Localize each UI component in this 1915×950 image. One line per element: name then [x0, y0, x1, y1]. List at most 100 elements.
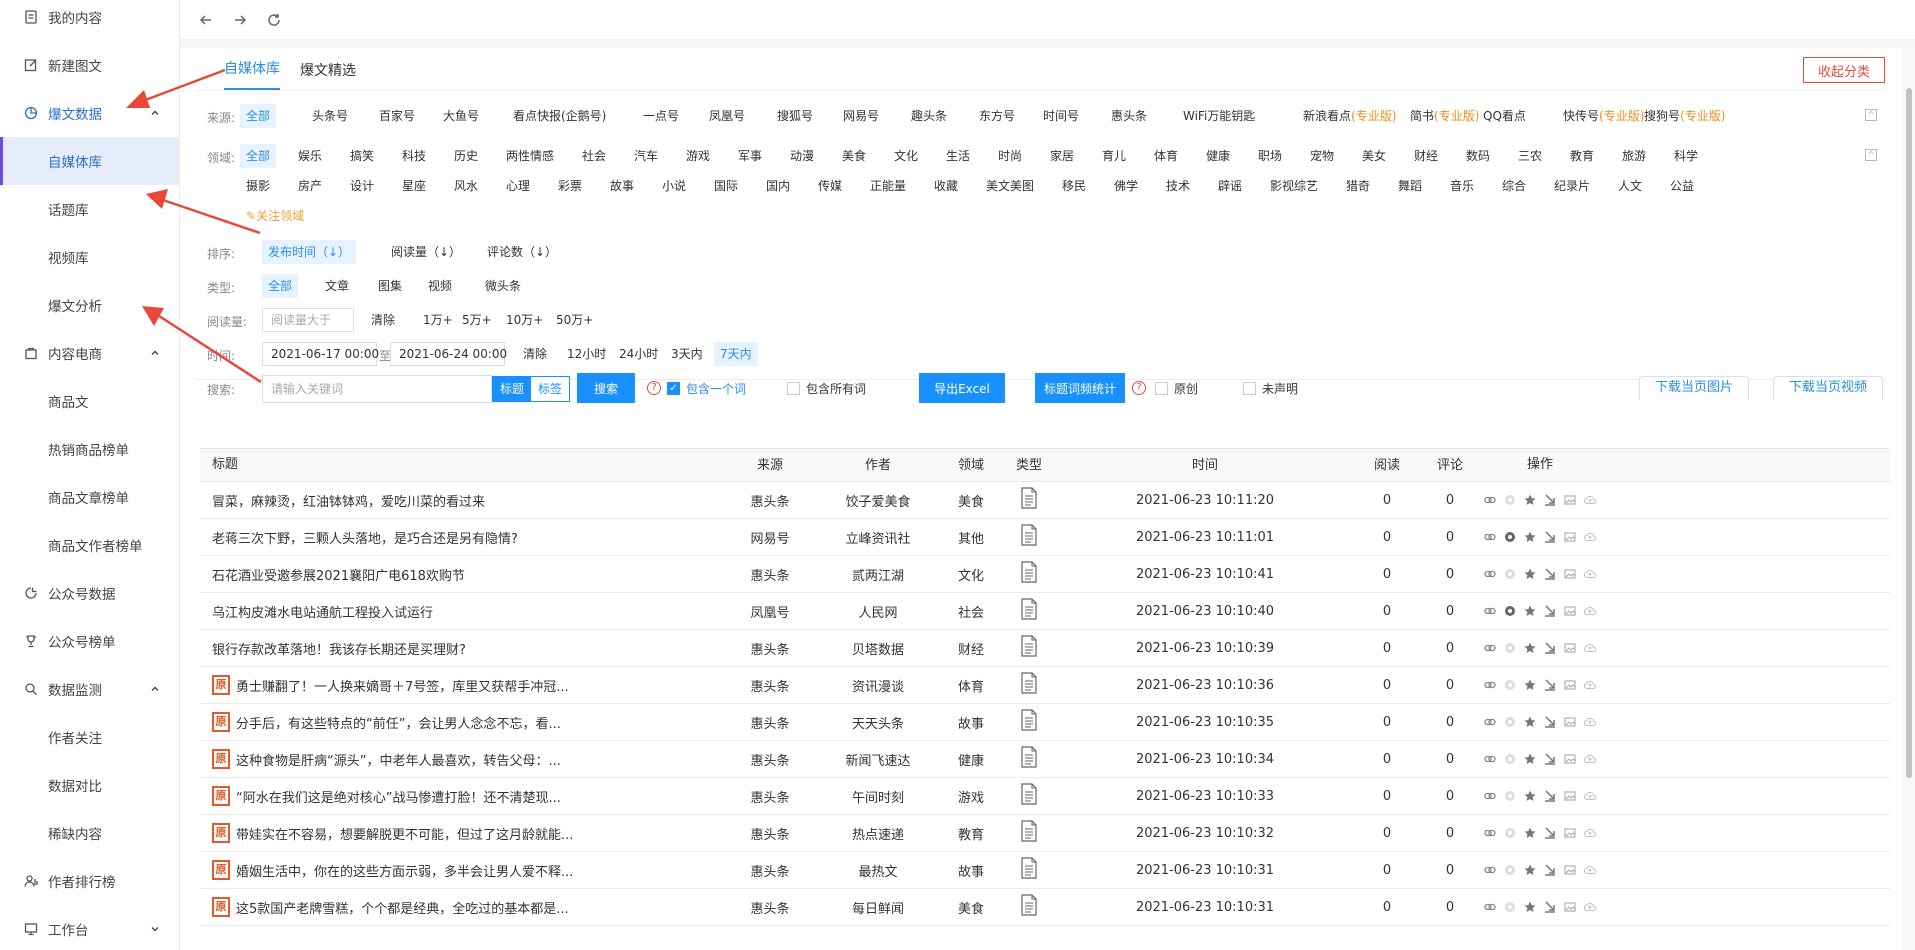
- field-option[interactable]: 小说: [656, 174, 692, 198]
- image-icon[interactable]: [1564, 753, 1576, 765]
- row-title-cell[interactable]: 老蒋三次下野，三颗人头落地，是巧合还是另有隐情?: [200, 528, 724, 547]
- field-option[interactable]: 美食: [836, 144, 872, 168]
- image-icon[interactable]: [1564, 901, 1576, 913]
- row-author[interactable]: 热点速递: [816, 824, 940, 843]
- field-option[interactable]: 美女: [1356, 144, 1392, 168]
- cloud-upload-icon[interactable]: [1584, 531, 1596, 543]
- row-author[interactable]: 人民网: [816, 602, 940, 621]
- cloud-upload-icon[interactable]: [1584, 568, 1596, 580]
- field-option[interactable]: 育儿: [1096, 144, 1132, 168]
- title-word-frequency-button[interactable]: 标题词频统计: [1035, 373, 1125, 403]
- settings-icon[interactable]: [1504, 642, 1516, 654]
- image-icon[interactable]: [1564, 790, 1576, 802]
- field-option[interactable]: 综合: [1496, 174, 1532, 198]
- field-option[interactable]: 辟谣: [1212, 174, 1248, 198]
- sort-option[interactable]: 发布时间（↓）: [262, 240, 357, 264]
- settings-icon[interactable]: [1504, 568, 1516, 580]
- read-count-option[interactable]: 10万+: [500, 308, 549, 332]
- link-icon[interactable]: [1484, 679, 1496, 691]
- scope-title-option[interactable]: 标题: [493, 377, 532, 401]
- sort-option[interactable]: 阅读量（↓）: [385, 240, 467, 264]
- image-icon[interactable]: [1564, 827, 1576, 839]
- sidebar-item[interactable]: 作者排行榜: [0, 857, 179, 905]
- row-author[interactable]: 贝塔数据: [816, 639, 940, 658]
- image-icon[interactable]: [1564, 642, 1576, 654]
- cloud-upload-icon[interactable]: [1584, 790, 1596, 802]
- settings-icon[interactable]: [1504, 753, 1516, 765]
- image-icon[interactable]: [1564, 716, 1576, 728]
- row-title-cell[interactable]: 原带娃实在不容易，想要解脱更不可能，但过了这月龄就能...: [200, 823, 724, 843]
- settings-icon[interactable]: [1504, 679, 1516, 691]
- field-option[interactable]: 房产: [292, 174, 328, 198]
- row-title-cell[interactable]: 原婚姻生活中，你在的这些方面示弱，多半会让男人爱不释...: [200, 860, 724, 880]
- source-option[interactable]: WiFi万能钥匙: [1177, 104, 1261, 128]
- link-icon[interactable]: [1484, 494, 1496, 506]
- star-icon[interactable]: [1524, 494, 1536, 506]
- contains-all-words-checkbox[interactable]: 包含所有词: [787, 380, 866, 397]
- vertical-scrollbar[interactable]: [1903, 48, 1915, 950]
- link-icon[interactable]: [1484, 605, 1496, 617]
- field-option[interactable]: 心理: [500, 174, 536, 198]
- row-title[interactable]: 这5款国产老牌雪糕，个个都是经典，全吃过的基本都是...: [236, 898, 569, 917]
- link-icon[interactable]: [1484, 901, 1496, 913]
- source-option[interactable]: 搜狗号(专业版): [1638, 104, 1731, 128]
- field-option[interactable]: 风水: [448, 174, 484, 198]
- settings-icon[interactable]: [1504, 901, 1516, 913]
- sidebar-item[interactable]: 我的内容: [0, 0, 179, 41]
- cloud-upload-icon[interactable]: [1584, 864, 1596, 876]
- sidebar-item[interactable]: 自媒体库: [0, 137, 179, 185]
- source-option[interactable]: 看点快报(企鹅号): [507, 104, 612, 128]
- star-icon[interactable]: [1524, 605, 1536, 617]
- field-option[interactable]: 游戏: [680, 144, 716, 168]
- sidebar-item[interactable]: 商品文章榜单: [0, 473, 179, 521]
- settings-icon[interactable]: [1504, 605, 1516, 617]
- source-option[interactable]: 全部: [240, 104, 277, 128]
- settings-icon[interactable]: [1504, 494, 1516, 506]
- row-title[interactable]: 分手后，有这些特点的“前任”，会让男人念念不忘，看...: [236, 713, 561, 732]
- field-option[interactable]: 汽车: [628, 144, 664, 168]
- row-title-cell[interactable]: 原勇士赚翻了！一人换来嫡哥＋7号签，库里又获帮手冲冠...: [200, 675, 724, 695]
- cloud-upload-icon[interactable]: [1584, 679, 1596, 691]
- type-option[interactable]: 图集: [372, 274, 408, 298]
- undeclared-checkbox[interactable]: 未声明: [1243, 380, 1298, 397]
- collapse-categories-button[interactable]: 收起分类: [1803, 57, 1885, 83]
- sidebar-item[interactable]: 商品文作者榜单: [0, 521, 179, 569]
- source-option[interactable]: 东方号: [973, 104, 1021, 128]
- field-option[interactable]: 时尚: [992, 144, 1028, 168]
- settings-icon[interactable]: [1504, 790, 1516, 802]
- field-option[interactable]: 传媒: [812, 174, 848, 198]
- download-page-videos-button[interactable]: 下载当页视频: [1773, 376, 1884, 400]
- back-arrow-icon[interactable]: [198, 12, 214, 28]
- row-title-cell[interactable]: 银行存款改革落地！我该存长期还是买理财?: [200, 639, 724, 658]
- link-icon[interactable]: [1484, 642, 1496, 654]
- row-title-cell[interactable]: 原 “阿水在我们这是绝对核心”战马惨遭打脸！还不清楚现...: [200, 786, 724, 806]
- settings-icon[interactable]: [1504, 531, 1516, 543]
- chevron-up-icon[interactable]: [149, 683, 161, 695]
- field-option[interactable]: 家居: [1044, 144, 1080, 168]
- original-checkbox[interactable]: 原创: [1155, 380, 1198, 397]
- source-option[interactable]: 新浪看点(专业版): [1297, 104, 1402, 128]
- field-option[interactable]: 科学: [1668, 144, 1704, 168]
- field-option[interactable]: 娱乐: [292, 144, 328, 168]
- field-option[interactable]: 猎奇: [1340, 174, 1376, 198]
- field-option[interactable]: 正能量: [864, 174, 912, 198]
- field-option[interactable]: 旅游: [1616, 144, 1652, 168]
- field-option[interactable]: 影视综艺: [1264, 174, 1324, 198]
- download-icon[interactable]: [1544, 790, 1556, 802]
- star-icon[interactable]: [1524, 790, 1536, 802]
- cloud-upload-icon[interactable]: [1584, 753, 1596, 765]
- read-count-option[interactable]: 清除: [365, 308, 401, 332]
- row-author[interactable]: 立峰资讯社: [816, 528, 940, 547]
- settings-icon[interactable]: [1504, 716, 1516, 728]
- field-option[interactable]: 军事: [732, 144, 768, 168]
- source-option[interactable]: 快传号(专业版): [1557, 104, 1650, 128]
- image-icon[interactable]: [1564, 531, 1576, 543]
- field-option[interactable]: 佛学: [1108, 174, 1144, 198]
- field-option[interactable]: 美文美图: [980, 174, 1040, 198]
- read-count-option[interactable]: 5万+: [456, 308, 498, 332]
- field-option[interactable]: 社会: [576, 144, 612, 168]
- field-option[interactable]: 人文: [1612, 174, 1648, 198]
- cloud-upload-icon[interactable]: [1584, 827, 1596, 839]
- row-author[interactable]: 天天头条: [816, 713, 940, 732]
- row-title[interactable]: 勇士赚翻了！一人换来嫡哥＋7号签，库里又获帮手冲冠...: [236, 676, 569, 695]
